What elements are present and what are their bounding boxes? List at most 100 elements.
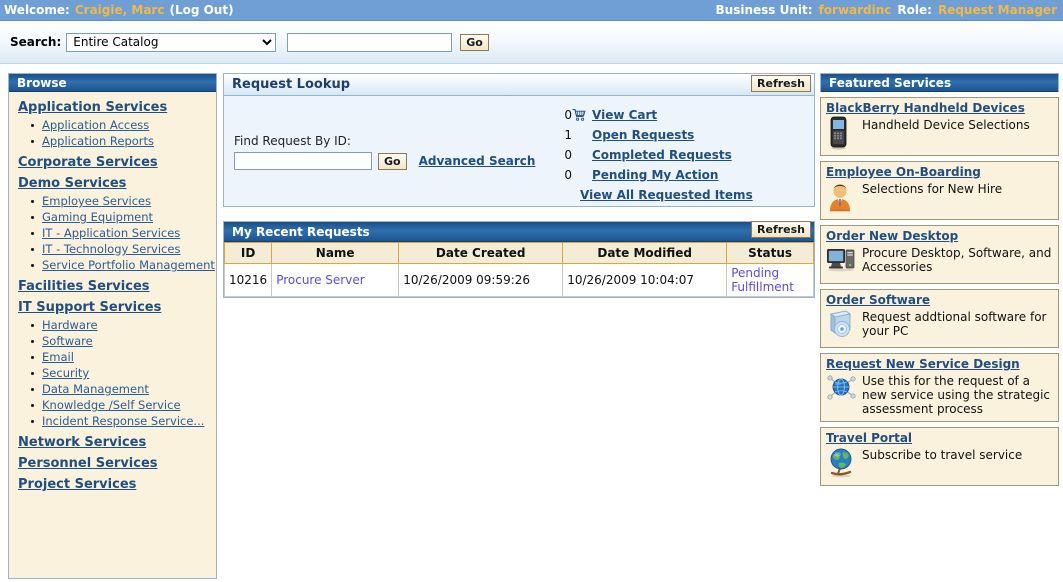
completed-requests-link[interactable]: Completed Requests: [592, 148, 732, 162]
cell-date-modified: 10/26/2009 10:04:07: [562, 263, 728, 297]
featured-card-title[interactable]: Order New Desktop: [826, 229, 1053, 243]
browse-link-application-access[interactable]: Application Access: [42, 118, 149, 132]
table-body: 10216 Procure Server 10/26/2009 09:59:26…: [223, 263, 814, 297]
open-requests-count: 1: [564, 128, 572, 142]
search-bar: Search: Entire Catalog Go: [0, 21, 1063, 64]
recent-requests-panel: My Recent Requests Refresh ID Name Date …: [223, 221, 815, 298]
pending-my-action-link[interactable]: Pending My Action: [592, 168, 718, 182]
search-go-button[interactable]: Go: [460, 33, 489, 51]
cell-name: Procure Server: [271, 263, 400, 297]
browse-link-service-portfolio-management[interactable]: Service Portfolio Management: [42, 258, 215, 272]
list-item: Service Portfolio Management: [31, 258, 216, 273]
status-badge[interactable]: Pending Fulfillment: [731, 266, 794, 294]
request-lookup-refresh-button[interactable]: Refresh: [751, 75, 811, 92]
search-input[interactable]: [287, 32, 453, 52]
featured-card-onboarding[interactable]: Employee On-Boarding Selections for New …: [820, 161, 1059, 220]
column-header-date-created[interactable]: Date Created: [398, 242, 564, 264]
search-label: Search:: [10, 35, 62, 49]
browse-link-incident-response-service[interactable]: Incident Response Service...: [42, 414, 204, 428]
blackberry-device-icon: [826, 116, 856, 150]
featured-card-title[interactable]: Travel Portal: [826, 431, 1053, 445]
view-cart-link[interactable]: View Cart: [592, 108, 657, 122]
column-header-name[interactable]: Name: [271, 242, 400, 264]
find-request-go-button[interactable]: Go: [378, 152, 407, 170]
column-header-status[interactable]: Status: [726, 242, 814, 264]
list-item: Application Reports: [31, 134, 216, 149]
browse-category-project-services[interactable]: Project Services: [18, 477, 216, 492]
featured-card-row: Use this for the request of a new servic…: [826, 372, 1053, 416]
welcome-group: Welcome: Craigie, Marc (Log Out): [4, 3, 234, 17]
recent-requests-header: My Recent Requests Refresh: [224, 221, 814, 242]
featured-card-desc: Use this for the request of a new servic…: [862, 374, 1051, 416]
stat-row-open-requests: 1 Open Requests: [554, 128, 804, 142]
featured-card-row: Subscribe to travel service: [826, 446, 1053, 480]
role-value: Request Manager: [937, 3, 1057, 17]
featured-card-blackberry[interactable]: BlackBerry Handheld Devices Handheld Dev…: [820, 97, 1059, 156]
browse-sublist-application-services: Application Access Application Reports: [18, 118, 216, 149]
desktop-computer-icon: [826, 244, 856, 278]
browse-category-demo-services[interactable]: Demo Services: [18, 176, 216, 191]
list-item: IT - Technology Services: [31, 242, 216, 257]
featured-card-new-service-design[interactable]: Request New Service Design Use this for …: [820, 353, 1059, 422]
advanced-search-link[interactable]: Advanced Search: [419, 154, 536, 168]
featured-card-title[interactable]: BlackBerry Handheld Devices: [826, 101, 1053, 115]
column-header-date-modified[interactable]: Date Modified: [562, 242, 728, 264]
browse-link-data-management[interactable]: Data Management: [42, 382, 149, 396]
request-name-link[interactable]: Procure Server: [276, 273, 364, 287]
featured-card-row: Handheld Device Selections: [826, 116, 1053, 150]
logout-link[interactable]: (Log Out): [169, 3, 233, 17]
list-item: Gaming Equipment: [31, 210, 216, 225]
browse-category-it-support-services[interactable]: IT Support Services: [18, 300, 216, 315]
list-item: IT - Application Services: [31, 226, 216, 241]
browse-category-facilities-services[interactable]: Facilities Services: [18, 279, 216, 294]
recent-requests-refresh-button[interactable]: Refresh: [751, 221, 811, 238]
browse-panel-header: Browse: [9, 74, 216, 92]
featured-card-desc: Subscribe to travel service: [862, 448, 1023, 462]
open-requests-link[interactable]: Open Requests: [592, 128, 694, 142]
browse-category-application-services[interactable]: Application Services: [18, 100, 216, 115]
browse-link-employee-services[interactable]: Employee Services: [42, 194, 151, 208]
featured-services-header-wrap: Featured Services: [820, 73, 1059, 92]
column-header-id[interactable]: ID: [223, 242, 273, 264]
main-column: Request Lookup Refresh Find Request By I…: [223, 73, 815, 298]
featured-card-title[interactable]: Request New Service Design: [826, 357, 1053, 371]
business-unit-label: Business Unit:: [715, 3, 813, 17]
browse-link-gaming-equipment[interactable]: Gaming Equipment: [42, 210, 153, 224]
browse-link-knowledge-self-service[interactable]: Knowledge /Self Service: [42, 398, 181, 412]
find-request-id-input[interactable]: [234, 152, 372, 170]
find-request-group: Find Request By ID: Go Advanced Search: [234, 106, 554, 198]
browse-category-corporate-services[interactable]: Corporate Services: [18, 155, 216, 170]
browse-link-it-technology-services[interactable]: IT - Technology Services: [42, 242, 180, 256]
completed-requests-count: 0: [564, 148, 572, 162]
featured-card-new-desktop[interactable]: Order New Desktop Procure Desktop, Softw…: [820, 225, 1059, 284]
featured-card-travel-portal[interactable]: Travel Portal Subscribe to travel servic…: [820, 427, 1059, 486]
browse-category-network-services[interactable]: Network Services: [18, 435, 216, 450]
featured-card-title[interactable]: Order Software: [826, 293, 1053, 307]
table-row: 10216 Procure Server 10/26/2009 09:59:26…: [223, 263, 814, 297]
browse-link-application-reports[interactable]: Application Reports: [42, 134, 154, 148]
browse-sublist-demo-services: Employee Services Gaming Equipment IT - …: [18, 194, 216, 273]
view-all-requested-items-link[interactable]: View All Requested Items: [580, 188, 753, 202]
featured-card-order-software[interactable]: Order Software Request addtional softwar…: [820, 289, 1059, 348]
list-item: Software: [31, 334, 216, 349]
list-item: Email: [31, 350, 216, 365]
browse-link-hardware[interactable]: Hardware: [42, 318, 98, 332]
browse-link-email[interactable]: Email: [42, 350, 74, 364]
browse-link-software[interactable]: Software: [42, 334, 93, 348]
role-label: Role:: [897, 3, 932, 17]
browse-link-security[interactable]: Security: [42, 366, 89, 380]
cd-stack-icon: [826, 308, 856, 342]
featured-card-row: Selections for New Hire: [826, 180, 1053, 214]
view-cart-count: 0: [564, 108, 572, 122]
browse-category-personnel-services[interactable]: Personnel Services: [18, 456, 216, 471]
cell-date-created: 10/26/2009 09:59:26: [398, 263, 564, 297]
top-welcome-bar: Welcome: Craigie, Marc (Log Out) Busines…: [0, 0, 1063, 21]
browse-column: Browse Application Services Application …: [8, 73, 217, 579]
featured-services-header: Featured Services: [821, 74, 1058, 92]
pending-my-action-count: 0: [564, 168, 572, 182]
list-item: Data Management: [31, 382, 216, 397]
search-scope-select[interactable]: Entire Catalog: [66, 32, 277, 52]
browse-link-it-application-services[interactable]: IT - Application Services: [42, 226, 180, 240]
featured-card-title[interactable]: Employee On-Boarding: [826, 165, 1053, 179]
recent-requests-table: ID Name Date Created Date Modified Statu…: [223, 242, 814, 297]
